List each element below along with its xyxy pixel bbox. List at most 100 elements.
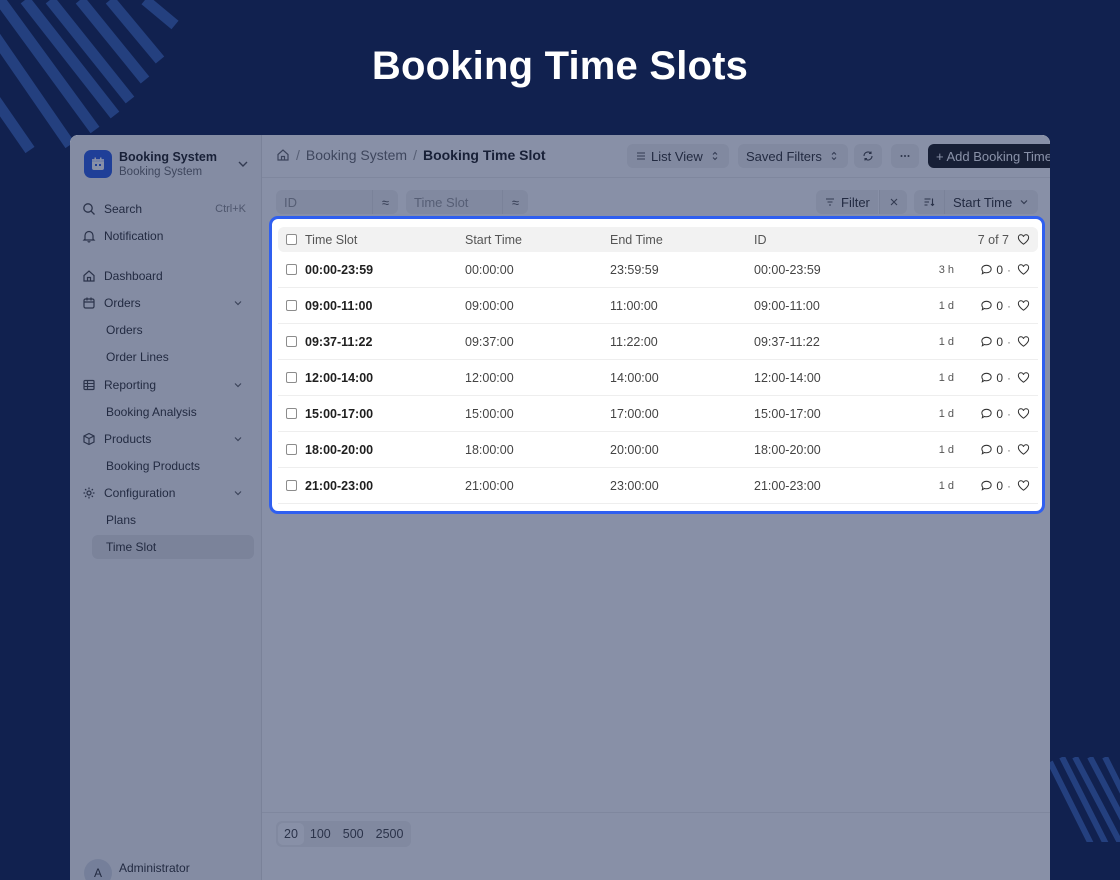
cell-time-slot: 21:00-23:00	[305, 478, 374, 493]
sidebar-item-time-slot[interactable]: Time Slot	[92, 535, 254, 559]
filter-label: Filter	[841, 194, 870, 210]
app-name: Booking System	[119, 150, 217, 164]
avatar: A	[84, 859, 112, 880]
id-filter-operator[interactable]: ≈	[372, 190, 398, 214]
cell-modified: 1 d	[938, 335, 954, 348]
comment-icon	[981, 372, 992, 383]
sidebar-item-booking-analysis[interactable]: Booking Analysis	[92, 400, 254, 424]
row-meta: 0 ·	[954, 443, 1038, 457]
table-row[interactable]: 00:00-23:59 00:00:00 23:59:59 00:00-23:59 3 …	[278, 252, 1038, 288]
saved-filters-button[interactable]: Saved Filters	[738, 144, 848, 168]
cell-start-time: 18:00:00	[465, 442, 514, 457]
comment-icon	[981, 300, 992, 311]
calendar-icon	[83, 297, 95, 309]
sidebar-item-configuration[interactable]: Configuration	[82, 481, 250, 505]
row-checkbox[interactable]	[286, 264, 297, 275]
heart-icon[interactable]	[1017, 335, 1030, 348]
table-row[interactable]: 09:37-11:22 09:37:00 11:22:00 09:37-11:22 1 …	[278, 324, 1038, 360]
chevron-down-icon	[234, 383, 242, 388]
page-size-2500[interactable]: 2500	[370, 823, 410, 845]
cell-id: 12:00-14:00	[754, 370, 821, 385]
time-slot-list: Time Slot Start Time End Time ID 7 of 7 …	[278, 227, 1038, 504]
notification-label: Notification	[104, 229, 164, 243]
row-checkbox[interactable]	[286, 372, 297, 383]
page-size-500[interactable]: 500	[337, 823, 370, 845]
breadcrumb-current: Booking Time Slot	[422, 147, 546, 163]
select-all-checkbox[interactable]	[286, 234, 297, 245]
sidebar-notification[interactable]: Notification	[82, 224, 250, 248]
cell-id: 09:37-11:22	[754, 334, 820, 349]
time-slot-filter-input[interactable]: Time Slot	[406, 190, 502, 214]
home-icon[interactable]	[276, 148, 290, 162]
breadcrumb-app[interactable]: Booking System	[306, 147, 407, 163]
sidebar-search[interactable]: Search Ctrl+K	[82, 197, 250, 221]
sidebar-item-orders-list[interactable]: Orders	[92, 318, 254, 342]
time-slot-filter-operator[interactable]: ≈	[502, 190, 528, 214]
row-checkbox[interactable]	[286, 336, 297, 347]
table-row[interactable]: 12:00-14:00 12:00:00 14:00:00 12:00-14:00 1 …	[278, 360, 1038, 396]
heart-icon[interactable]	[1017, 371, 1030, 384]
cell-end-time: 20:00:00	[610, 442, 659, 457]
record-count: 7 of 7	[904, 233, 1038, 247]
row-checkbox[interactable]	[286, 300, 297, 311]
add-booking-time-slot-button[interactable]: + Add Booking Time Slot	[928, 144, 1050, 168]
page-size-100[interactable]: 100	[304, 823, 337, 845]
column-header-id[interactable]: ID	[754, 233, 904, 247]
column-header-end-time[interactable]: End Time	[610, 233, 754, 247]
row-checkbox[interactable]	[286, 480, 297, 491]
row-checkbox[interactable]	[286, 444, 297, 455]
row-checkbox[interactable]	[286, 408, 297, 419]
heart-icon[interactable]	[1017, 233, 1030, 246]
heart-icon[interactable]	[1017, 263, 1030, 276]
sidebar-item-dashboard[interactable]: Dashboard	[82, 264, 250, 288]
heart-icon[interactable]	[1017, 443, 1030, 456]
table-row[interactable]: 09:00-11:00 09:00:00 11:00:00 09:00-11:00 1 …	[278, 288, 1038, 324]
sidebar-item-orders[interactable]: Orders	[82, 291, 250, 315]
sidebar-item-products[interactable]: Products	[82, 427, 250, 451]
cell-end-time: 11:00:00	[610, 298, 658, 313]
refresh-button[interactable]	[854, 144, 882, 168]
list-icon	[637, 152, 645, 160]
cell-end-time: 23:59:59	[610, 262, 659, 277]
heart-icon[interactable]	[1017, 299, 1030, 312]
page-size-selector: 20 100 500 2500	[276, 821, 412, 847]
sort-direction-button[interactable]	[914, 190, 944, 214]
id-filter-input[interactable]: ID	[276, 190, 372, 214]
cell-id: 18:00-20:00	[754, 442, 821, 457]
meta-separator: ·	[1007, 370, 1011, 385]
column-header-time-slot[interactable]: Time Slot	[305, 233, 465, 247]
cell-modified: 1 d	[938, 371, 954, 384]
page-size-20[interactable]: 20	[278, 823, 304, 845]
app-subtitle: Booking System	[119, 166, 203, 178]
sidebar-item-label: Orders	[104, 296, 141, 310]
chevron-down-icon	[234, 301, 242, 306]
sidebar-item-plans[interactable]: Plans	[92, 508, 254, 532]
column-header-start-time[interactable]: Start Time	[465, 233, 610, 247]
more-options-button[interactable]	[891, 144, 919, 168]
topbar: / Booking System / Booking Time Slot Lis…	[262, 135, 1050, 178]
table-row[interactable]: 21:00-23:00 21:00:00 23:00:00 21:00-23:00 1 …	[278, 468, 1038, 504]
heart-icon[interactable]	[1017, 407, 1030, 420]
filter-button[interactable]: Filter	[816, 190, 878, 214]
sort-field-button[interactable]: Start Time	[944, 190, 1039, 214]
meta-separator: ·	[1007, 334, 1011, 349]
chevron-down-icon	[1020, 200, 1028, 205]
comment-count: 0	[996, 262, 1003, 277]
table-row[interactable]: 15:00-17:00 15:00:00 17:00:00 15:00-17:00 1 …	[278, 396, 1038, 432]
user-menu[interactable]: A Administrator	[84, 859, 190, 880]
heart-icon[interactable]	[1017, 479, 1030, 492]
meta-separator: ·	[1007, 478, 1011, 493]
chevron-down-icon	[234, 491, 242, 496]
sidebar-item-reporting[interactable]: Reporting	[82, 373, 250, 397]
clear-filter-button[interactable]	[879, 190, 907, 214]
sidebar-item-booking-products[interactable]: Booking Products	[92, 454, 254, 478]
breadcrumb-separator: /	[296, 147, 300, 163]
row-meta: 0 ·	[954, 479, 1038, 493]
decorative-stripes-bottom-right	[1050, 757, 1120, 842]
list-view-button[interactable]: List View	[627, 144, 729, 168]
sort-label: Start Time	[953, 194, 1013, 210]
calendar-icon	[84, 150, 112, 178]
table-row[interactable]: 18:00-20:00 18:00:00 20:00:00 18:00-20:00 1 …	[278, 432, 1038, 468]
app-switcher[interactable]: Booking System Booking System	[84, 149, 250, 179]
sidebar-item-order-lines[interactable]: Order Lines	[92, 345, 254, 369]
